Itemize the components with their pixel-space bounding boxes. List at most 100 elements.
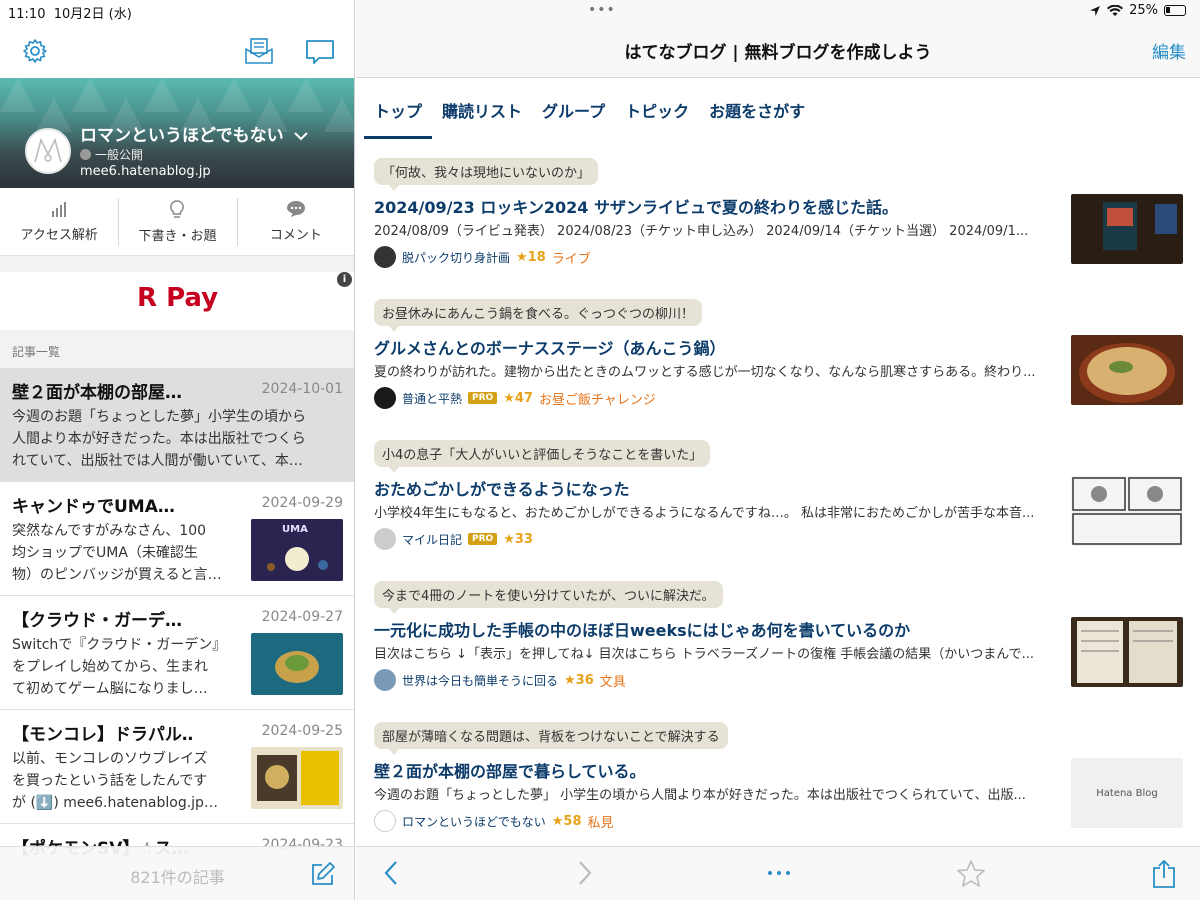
category-link[interactable]: 文具: [600, 671, 626, 690]
article-excerpt: 以前、モンコレのソウブレイズ を買ったという話をしたんですが (⬇️) mee6.…: [12, 751, 218, 811]
blog-name-link[interactable]: 脱パック切り身計画: [402, 249, 510, 266]
article-title: 【モンコレ】ドラパル…: [12, 725, 192, 745]
card-thumbnail: [1071, 617, 1183, 687]
tab-groups[interactable]: グループ: [542, 98, 605, 139]
card-excerpt: 夏の終わりが訪れた。建物から出たときのムワッとする感じが一切なくなり、なんなら肌…: [374, 365, 1036, 380]
article-title: キャンドゥでUMA…: [12, 497, 175, 517]
category-link[interactable]: ライブ: [552, 248, 591, 267]
star-count: ★58: [551, 813, 582, 829]
card-title[interactable]: 一元化に成功した手帳の中のほぼ日weeksにはじゃあ何を書いているのか: [374, 617, 910, 641]
article-date: 2024-09-25: [261, 723, 343, 739]
card-title[interactable]: 2024/09/23 ロッキン2024 サザンライビュで夏の終わりを感じた話。: [374, 194, 898, 218]
blog-name-link[interactable]: マイル日記: [402, 531, 462, 548]
multitask-dots-icon[interactable]: •••: [588, 2, 616, 18]
card-thumbnail: [1071, 335, 1183, 405]
blog-icon: [374, 669, 396, 691]
tab-topics[interactable]: トピック: [625, 98, 689, 139]
blog-tools: アクセス解析 下書き・お題 コメント: [0, 188, 354, 256]
blog-switcher[interactable]: ロマンというほどでもない: [80, 121, 308, 146]
blog-name-link[interactable]: 世界は今日も簡単そうに回る: [402, 672, 558, 689]
article-excerpt: 今週のお題「ちょっとした夢」小学生の頃から 人間より本が好きだった。本は出版社でつ…: [12, 409, 306, 469]
category-link[interactable]: 私見: [588, 812, 614, 831]
comment-bubble: 「何故、我々は現地にいないのか」: [374, 158, 599, 191]
category-link[interactable]: お昼ご飯チャレンジ: [539, 389, 656, 408]
tool-label: 下書き・お題: [138, 229, 217, 244]
comment-bubble: 小4の息子「大人がいいと評価しそうなことを書いた」: [374, 440, 711, 473]
card-meta: 世界は今日も簡単そうに回る ★36 文具: [374, 669, 626, 691]
left-bottom-bar: 821件の記事: [0, 846, 354, 900]
hatena-blog-logo-thumbnail: Hatena Blog: [1071, 758, 1183, 828]
left-sidebar: ロマンというほどでもない 一般公開 mee6.hatenablog.jp アクセ…: [0, 0, 355, 900]
tab-subscriptions[interactable]: 購読リスト: [442, 98, 522, 139]
comment-compose-icon[interactable]: [304, 38, 336, 66]
compose-article-icon[interactable]: [308, 859, 338, 889]
battery-icon: [1164, 5, 1186, 16]
article-list-item[interactable]: キャンドゥでUMA… 2024-09-29 突然なんですがみなさん、100 均ショ…: [0, 482, 354, 596]
status-time-date: 11:10 10月2日 (水): [8, 3, 132, 22]
wifi-icon: [1107, 4, 1124, 16]
ad-info-icon[interactable]: i: [337, 272, 352, 287]
card-excerpt: 2024/08/09（ライビュ発表） 2024/08/23（チケット申し込み） …: [374, 224, 1029, 239]
comment-bubble: 今まで4冊のノートを使い分けていたが、ついに解決だ。: [374, 581, 723, 614]
star-count: ★47: [503, 390, 533, 406]
tab-find-topics[interactable]: お題をさがす: [709, 98, 805, 139]
blog-name: ロマンというほどでもない: [80, 126, 284, 146]
forward-arrow-icon[interactable]: [576, 859, 594, 891]
card-title[interactable]: おためごかしができるようになった: [374, 476, 630, 500]
article-count: 821件の記事: [130, 868, 225, 887]
status-indicators: 25%: [1089, 3, 1186, 18]
card-title[interactable]: 壁２面が本棚の部屋で暮らしている。: [374, 758, 646, 782]
feed-card[interactable]: 今まで4冊のノートを使い分けていたが、ついに解決だ。 一元化に成功した手帳の中の…: [374, 581, 1184, 723]
article-list-item[interactable]: 【モンコレ】ドラパル… 2024-09-25 以前、モンコレのソウブレイズ を買っ…: [0, 710, 354, 824]
feed-card[interactable]: 部屋が薄暗くなる問題は、背板をつけないことで解決する 壁２面が本棚の部屋で暮らし…: [374, 722, 1184, 864]
blog-icon: [374, 387, 396, 409]
tool-label: コメント: [269, 228, 322, 243]
bar-chart-icon: [52, 202, 67, 217]
article-list-item[interactable]: 壁２面が本棚の部屋… 2024-10-01 今週のお題「ちょっとした夢」小学生の…: [0, 368, 354, 482]
blog-name-link[interactable]: 普通と平熱: [402, 390, 462, 407]
comment-bubble: お昼休みにあんこう鍋を食べる。ぐっつぐつの柳川！: [374, 299, 703, 332]
article-date: 2024-09-29: [261, 495, 343, 511]
article-title: 【クラウド・ガーデ…: [12, 611, 182, 631]
back-arrow-icon[interactable]: [382, 859, 400, 891]
drafts-topics-button[interactable]: 下書き・お題: [118, 188, 236, 255]
browser-bottom-bar: [356, 846, 1200, 900]
article-thumbnail: UMA: [251, 519, 343, 581]
location-icon: [1090, 5, 1101, 16]
comments-button[interactable]: コメント: [236, 188, 354, 255]
status-date: 10月2日 (水): [53, 7, 132, 22]
star-count: ★36: [564, 672, 594, 688]
card-excerpt: 小学校4年生にもなると、おためごかしができるようになるんですね…。 私は非常にお…: [374, 506, 1035, 521]
share-icon[interactable]: [1152, 859, 1176, 893]
status-bar: 11:10 10月2日 (水) ••• 25%: [0, 0, 1200, 22]
edit-button[interactable]: 編集: [1152, 38, 1186, 63]
visibility-label: 一般公開: [95, 148, 144, 162]
divider-band: [0, 256, 354, 272]
star-count: ★18: [516, 249, 546, 265]
tab-bar: トップ 購読リスト グループ トピック お題をさがす: [364, 98, 805, 139]
access-analytics-button[interactable]: アクセス解析: [0, 188, 118, 255]
mail-inbox-icon[interactable]: [243, 36, 275, 66]
feed-card[interactable]: 小4の息子「大人がいいと評価しそうなことを書いた」 おためごかしができるようにな…: [374, 440, 1184, 582]
ad-logo: R Pay: [137, 283, 219, 313]
article-list-label: 記事一覧: [12, 345, 61, 359]
blog-avatar[interactable]: [25, 128, 71, 174]
pro-badge: PRO: [468, 392, 498, 404]
more-options-icon[interactable]: [766, 861, 792, 889]
feed-card[interactable]: お昼休みにあんこう鍋を食べる。ぐっつぐつの柳川！ グルメさんとのボーナスステージ…: [374, 299, 1184, 441]
article-list-item[interactable]: 【クラウド・ガーデ… 2024-09-27 Switchで『クラウド・ガーデン』…: [0, 596, 354, 710]
card-title[interactable]: グルメさんとのボーナスステージ（あんこう鍋）: [374, 335, 726, 359]
blog-name-link[interactable]: ロマンというほどでもない: [402, 813, 546, 830]
card-meta: マイル日記 PRO ★33: [374, 528, 533, 550]
main-content: はてなブログ | 無料ブログを作成しよう 編集 トップ 購読リスト グループ ト…: [356, 0, 1200, 900]
article-excerpt: Switchで『クラウド・ガーデン』 をプレイし始めてから、生まれ て初めてゲーム脳…: [12, 637, 227, 697]
tab-top[interactable]: トップ: [364, 98, 433, 139]
card-meta: 普通と平熱 PRO ★47 お昼ご飯チャレンジ: [374, 387, 656, 409]
star-bookmark-icon[interactable]: [956, 859, 986, 893]
tool-label: アクセス解析: [20, 228, 98, 243]
settings-gear-icon[interactable]: [20, 36, 50, 66]
article-title: 壁２面が本棚の部屋…: [12, 383, 182, 403]
ad-banner[interactable]: R Pay i: [0, 272, 354, 330]
feed-card[interactable]: 「何故、我々は現地にいないのか」 2024/09/23 ロッキン2024 サザン…: [374, 158, 1184, 300]
blog-icon: [374, 246, 396, 268]
